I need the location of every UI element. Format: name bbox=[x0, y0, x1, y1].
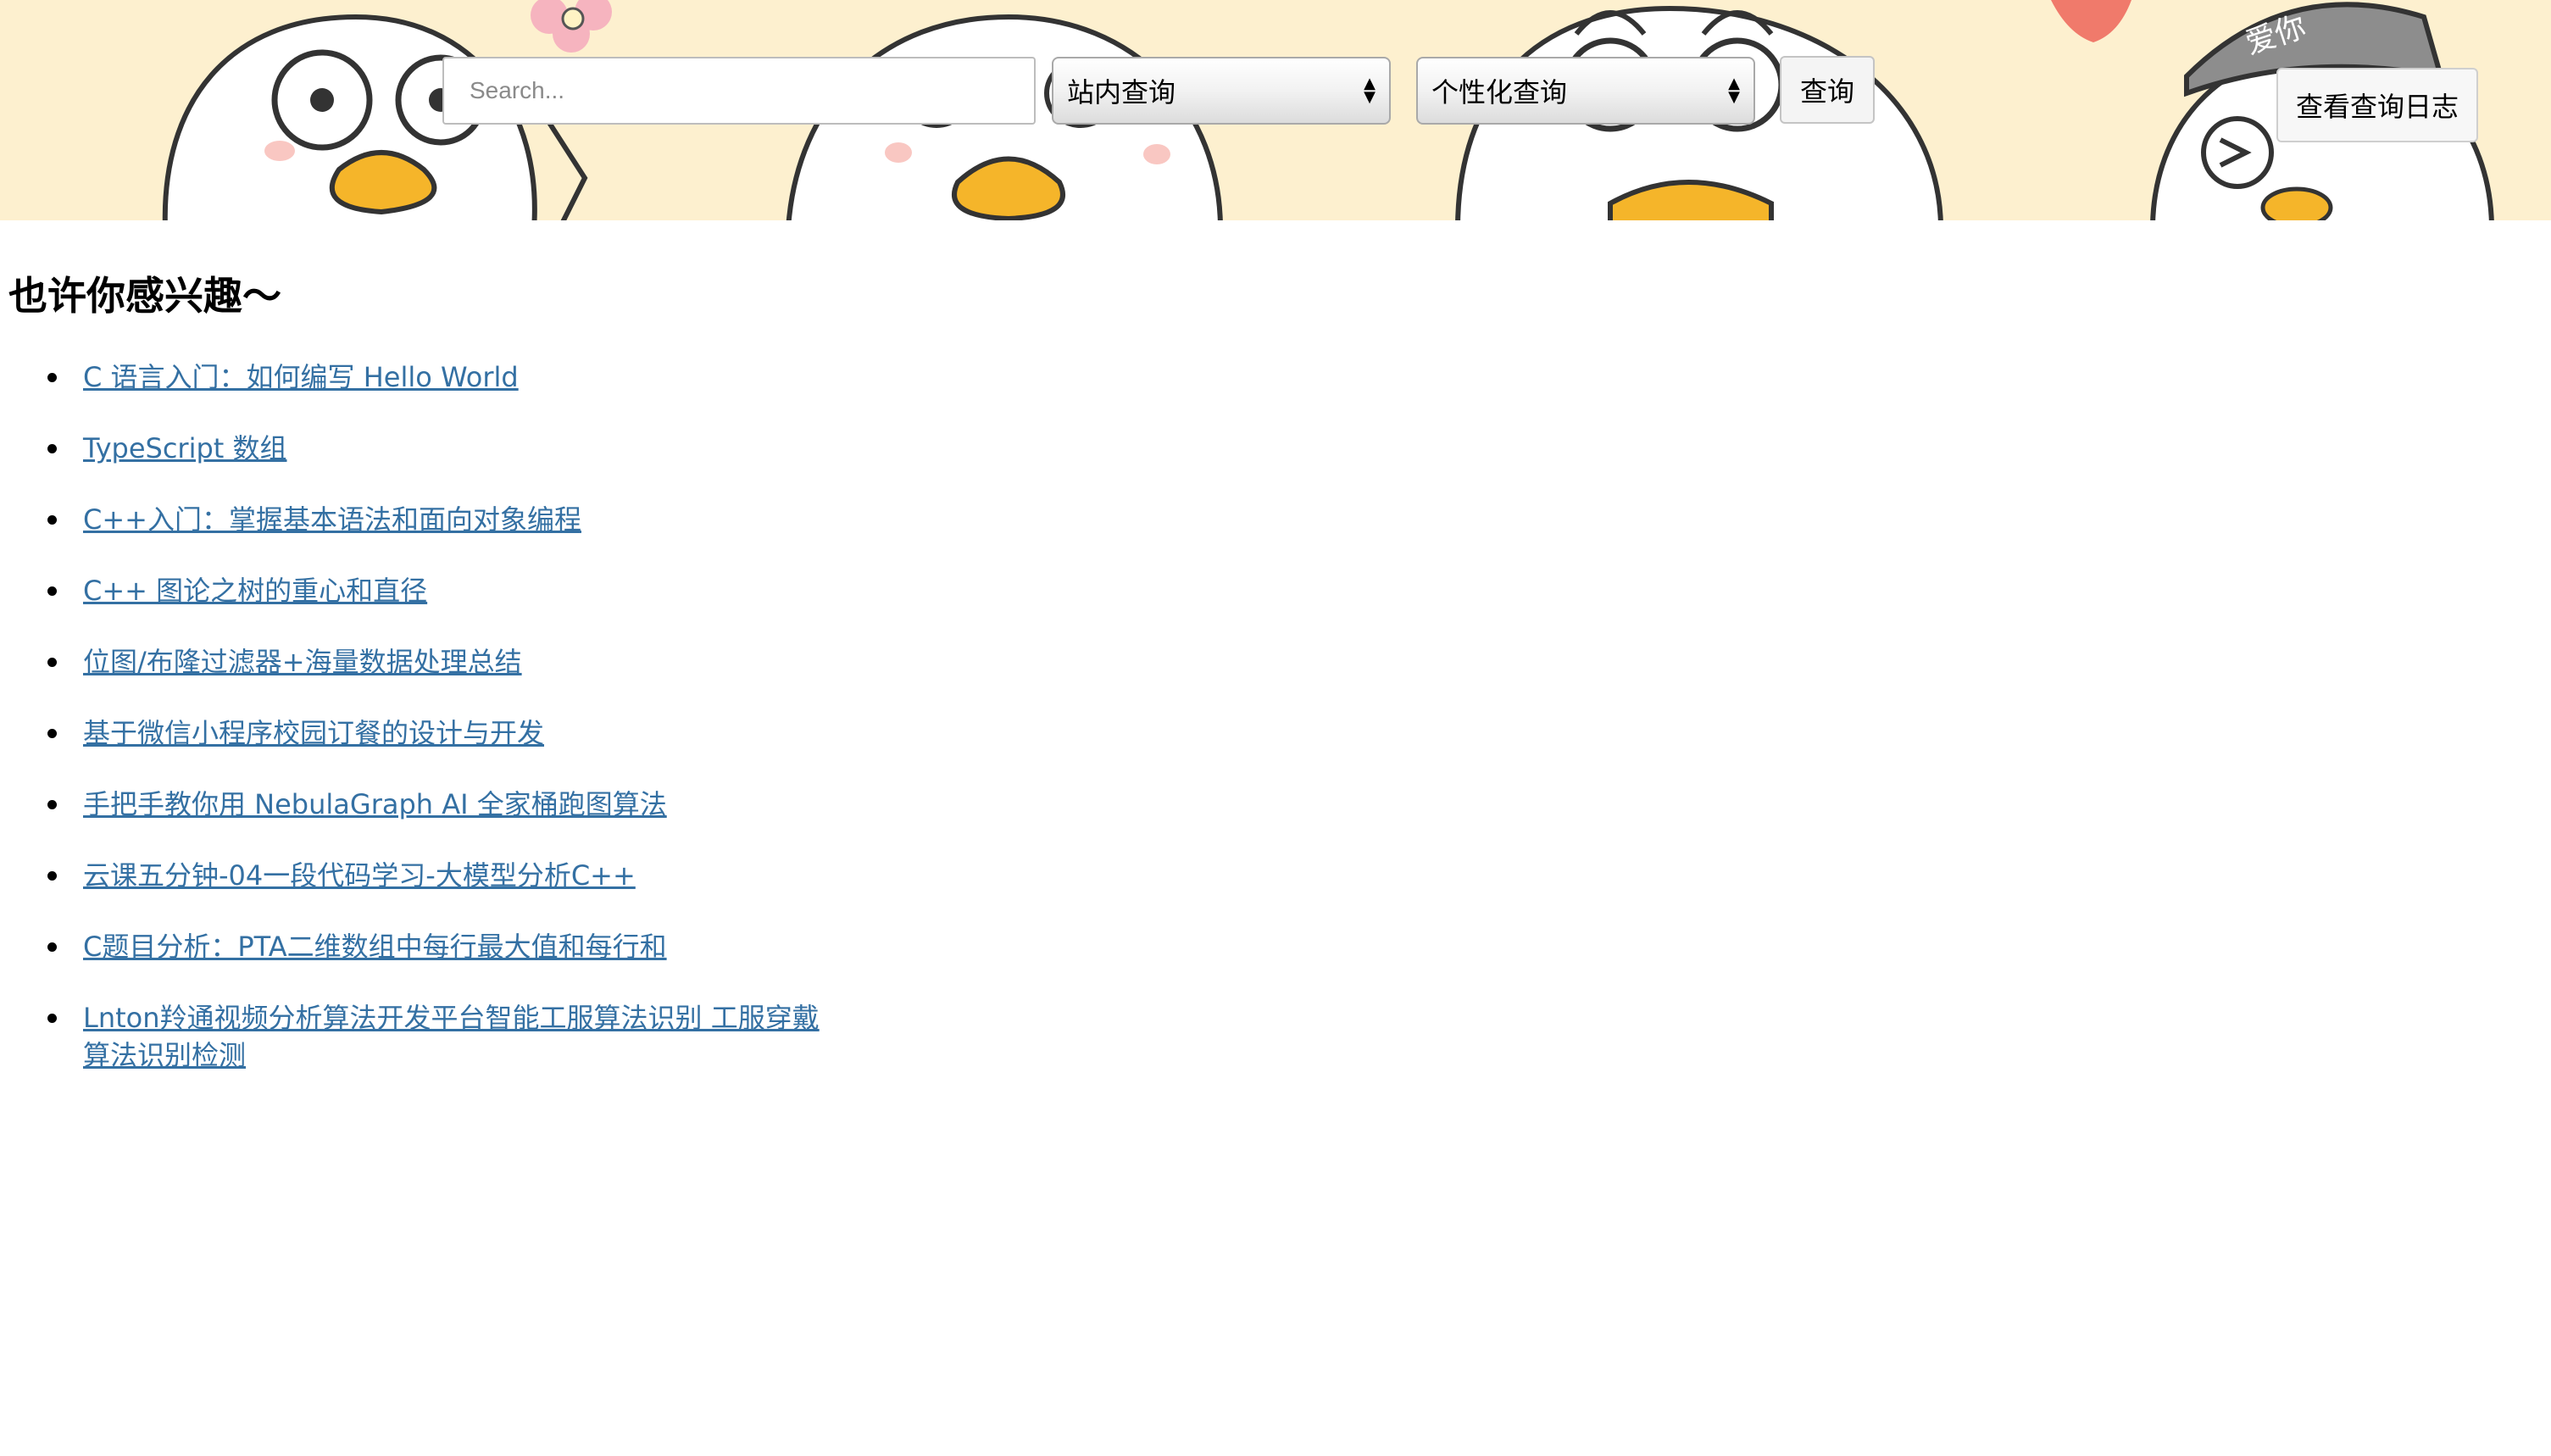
search-mode-select[interactable]: 个性化查询 ▲ ▼ bbox=[1416, 57, 1755, 125]
bullet-icon bbox=[47, 515, 57, 525]
list-item: 位图/布隆过滤器+海量数据处理总结 bbox=[8, 643, 846, 681]
main-content: 也许你感兴趣～ C 语言入门：如何编写 Hello World TypeScri… bbox=[0, 273, 2551, 1074]
recommendation-link[interactable]: C题目分析：PTA二维数组中每行最大值和每行和 bbox=[83, 931, 667, 963]
bullet-icon bbox=[47, 871, 57, 881]
recommendation-link[interactable]: C++入门：掌握基本语法和面向对象编程 bbox=[83, 503, 581, 536]
recommendation-link[interactable]: 位图/布隆过滤器+海量数据处理总结 bbox=[83, 646, 522, 678]
recommendation-link[interactable]: 基于微信小程序校园订餐的设计与开发 bbox=[83, 717, 544, 749]
select-arrows-icon: ▲ ▼ bbox=[1364, 75, 1376, 106]
header-banner: 爱你 站内查询 ▲▼ 个性化查询 ▲▼ 查询 查看查询日志 bbox=[0, 0, 2551, 220]
view-query-log-button[interactable]: 查看查询日志 bbox=[2276, 68, 2478, 142]
search-controls: 站内查询 ▲▼ 个性化查询 ▲▼ 查询 查看查询日志 bbox=[0, 0, 2551, 220]
query-button[interactable]: 查询 bbox=[1780, 56, 1875, 124]
recommendation-link[interactable]: Lnton羚通视频分析算法开发平台智能工服算法识别 工服穿戴算法识别检测 bbox=[83, 1002, 820, 1071]
recommendation-link[interactable]: TypeScript 数组 bbox=[83, 432, 287, 464]
search-scope-value: 站内查询 bbox=[1067, 76, 1176, 108]
list-item: 手把手教你用 NebulaGraph AI 全家桶跑图算法 bbox=[8, 786, 846, 823]
recommendation-link[interactable]: C++ 图论之树的重心和直径 bbox=[83, 575, 427, 607]
bullet-icon bbox=[47, 373, 57, 383]
search-mode-value: 个性化查询 bbox=[1431, 76, 1568, 108]
recommendations-heading: 也许你感兴趣～ bbox=[8, 273, 281, 319]
search-input[interactable] bbox=[442, 57, 1036, 125]
list-item: C 语言入门：如何编写 Hello World bbox=[8, 358, 846, 396]
select-arrows-icon: ▲ ▼ bbox=[1728, 75, 1740, 106]
bullet-icon bbox=[47, 658, 57, 668]
list-item: 基于微信小程序校园订餐的设计与开发 bbox=[8, 714, 846, 752]
bullet-icon bbox=[47, 729, 57, 739]
recommendation-link[interactable]: 手把手教你用 NebulaGraph AI 全家桶跑图算法 bbox=[83, 788, 667, 820]
list-item: 云课五分钟-04一段代码学习-大模型分析C++ bbox=[8, 857, 846, 894]
list-item: Lnton羚通视频分析算法开发平台智能工服算法识别 工服穿戴算法识别检测 bbox=[8, 999, 846, 1074]
list-item: C题目分析：PTA二维数组中每行最大值和每行和 bbox=[8, 928, 846, 965]
list-item: C++ 图论之树的重心和直径 bbox=[8, 572, 846, 609]
bullet-icon bbox=[47, 800, 57, 810]
list-item: TypeScript 数组 bbox=[8, 430, 846, 467]
bullet-icon bbox=[47, 942, 57, 953]
recommendation-link[interactable]: 云课五分钟-04一段代码学习-大模型分析C++ bbox=[83, 859, 636, 892]
bullet-icon bbox=[47, 586, 57, 597]
recommendation-list: C 语言入门：如何编写 Hello World TypeScript 数组 C+… bbox=[8, 358, 2543, 1074]
list-item: C++入门：掌握基本语法和面向对象编程 bbox=[8, 501, 846, 538]
recommendation-link[interactable]: C 语言入门：如何编写 Hello World bbox=[83, 361, 519, 393]
search-scope-select[interactable]: 站内查询 ▲ ▼ bbox=[1052, 57, 1391, 125]
bullet-icon bbox=[47, 1014, 57, 1024]
bullet-icon bbox=[47, 444, 57, 454]
